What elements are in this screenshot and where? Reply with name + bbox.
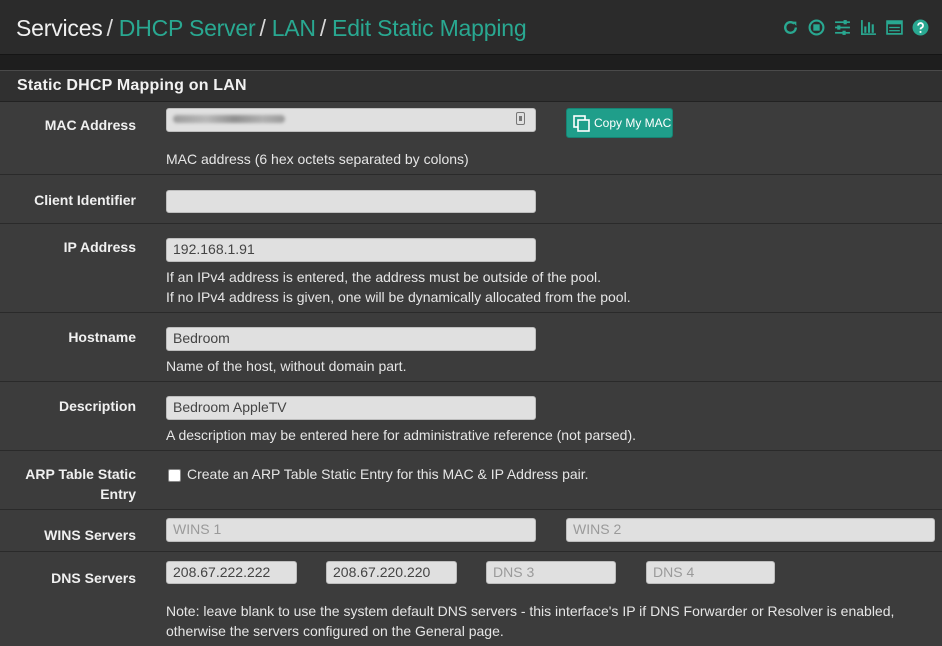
help-icon[interactable] (910, 17, 930, 37)
copy-my-mac-button[interactable]: Copy My MAC (566, 108, 673, 138)
breadcrumb-lan[interactable]: LAN (272, 15, 316, 41)
breadcrumb-separator: / (259, 15, 266, 41)
stop-icon[interactable] (806, 17, 826, 37)
arp-static-entry-checkbox[interactable] (168, 469, 181, 482)
description-input[interactable]: Bedroom AppleTV (166, 396, 536, 420)
description-help: A description may be entered here for ad… (166, 427, 637, 443)
ip-address-help-2: If no IPv4 address is given, one will be… (166, 289, 631, 305)
breadcrumb: Services / DHCP Server / LAN / Edit Static Map… (16, 14, 527, 42)
ip-address-row: IP Address 192.168.1.91 If an IPv4 addre… (0, 224, 942, 313)
breadcrumb-edit-static-mapping[interactable]: Edit Static Mapping (332, 15, 527, 41)
static-mapping-panel: Static DHCP Mapping on LAN MAC Address C… (0, 70, 942, 646)
ip-address-help-1: If an IPv4 address is entered, the addre… (166, 269, 602, 285)
client-identifier-label: Client Identifier (34, 192, 136, 208)
description-row: Description Bedroom AppleTV A descriptio… (0, 382, 942, 451)
ip-address-input[interactable]: 192.168.1.91 (166, 238, 536, 262)
copy-icon (573, 115, 590, 132)
dns-servers-label: DNS Servers (51, 570, 136, 586)
mac-address-input[interactable] (166, 108, 536, 132)
arp-static-entry-label: ARP Table Static Entry (6, 464, 136, 504)
breadcrumb-dhcp-server[interactable]: DHCP Server (119, 15, 256, 41)
ip-address-label: IP Address (63, 239, 136, 255)
mac-address-help: MAC address (6 hex octets separated by c… (166, 151, 469, 167)
dns-server-4-input[interactable]: DNS 4 (646, 561, 775, 584)
hostname-label: Hostname (68, 329, 136, 345)
mac-address-label: MAC Address (44, 117, 136, 133)
client-identifier-input[interactable] (166, 190, 536, 213)
hostname-input[interactable]: Bedroom (166, 327, 536, 351)
wins-servers-label: WINS Servers (44, 527, 136, 543)
dns-servers-note-1: Note: leave blank to use the system defa… (166, 603, 895, 619)
dns-server-2-input[interactable]: 208.67.220.220 (326, 561, 457, 584)
breadcrumb-separator: / (319, 15, 327, 41)
dns-server-3-input[interactable]: DNS 3 (486, 561, 616, 584)
list-icon[interactable] (884, 17, 904, 37)
reload-icon[interactable] (780, 17, 800, 37)
breadcrumb-services: Services (16, 15, 103, 41)
header-toolbar (780, 17, 930, 37)
page-header: Services / DHCP Server / LAN / Edit Static Map… (0, 0, 942, 55)
dns-servers-row: DNS Servers 208.67.222.222 208.67.220.22… (0, 552, 942, 646)
description-label: Description (58, 398, 136, 414)
wins-server-2-input[interactable]: WINS 2 (566, 518, 935, 542)
redacted-mac-value (173, 115, 285, 123)
arp-static-entry-row: ARP Table Static Entry Create an ARP Tab… (0, 451, 942, 510)
arp-static-entry-checkbox-label[interactable]: Create an ARP Table Static Entry for thi… (187, 464, 589, 484)
hostname-row: Hostname Bedroom Name of the host, witho… (0, 313, 942, 382)
arp-label-line-1: ARP Table Static (25, 466, 136, 482)
copy-my-mac-label: Copy My MAC (594, 116, 672, 130)
wins-server-1-input[interactable]: WINS 1 (166, 518, 536, 542)
panel-title: Static DHCP Mapping on LAN (0, 71, 942, 102)
dns-server-1-input[interactable]: 208.67.222.222 (166, 561, 297, 584)
wins-servers-row: WINS Servers WINS 1 WINS 2 (0, 510, 942, 552)
client-identifier-row: Client Identifier (0, 175, 942, 224)
sliders-icon[interactable] (832, 17, 852, 37)
bar-chart-icon[interactable] (858, 17, 878, 37)
autofill-icon[interactable] (516, 112, 525, 125)
dns-servers-note-2: otherwise the servers configured on the … (166, 623, 504, 639)
hostname-help: Name of the host, without domain part. (166, 358, 407, 374)
mac-address-row: MAC Address Copy My MAC MAC address (6 h… (0, 102, 942, 175)
breadcrumb-separator: / (106, 15, 113, 41)
arp-label-line-2: Entry (100, 486, 136, 502)
